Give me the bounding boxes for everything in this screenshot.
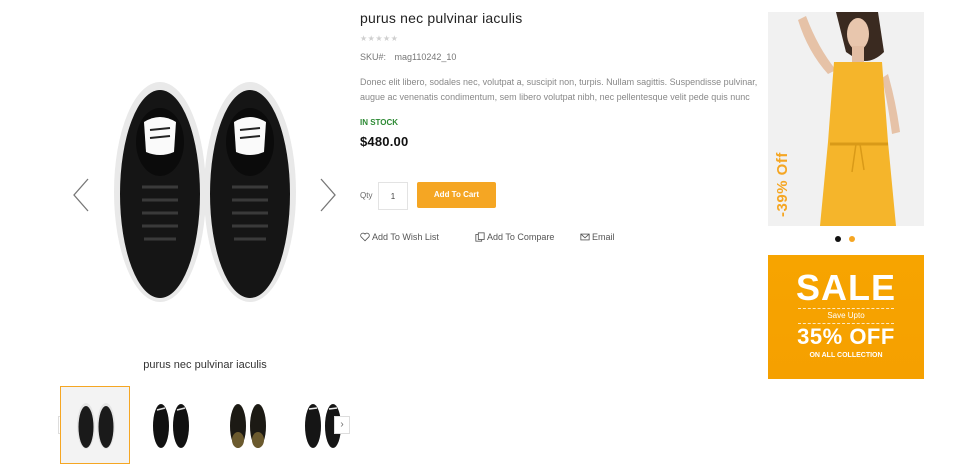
thumbnail-strip: ‹ › (58, 386, 358, 466)
heart-icon (360, 232, 370, 242)
add-to-cart-button[interactable]: Add To Cart (417, 182, 496, 208)
thumbnail-item[interactable] (136, 386, 206, 464)
sale-banner[interactable]: SALE Save Upto 35% OFF ON ALL COLLECTION (768, 255, 924, 379)
shoe-thumbnail-image (77, 403, 115, 449)
shoe-image (114, 82, 296, 302)
envelope-icon (580, 233, 590, 241)
pagination-dot[interactable] (849, 236, 855, 242)
product-price: $480.00 (360, 134, 409, 149)
product-description: Donec elit libero, sodales nec, volutpat… (360, 77, 758, 102)
sku: SKU#: mag110242_10 (360, 52, 760, 62)
product-title: purus nec pulvinar iaculis (360, 10, 523, 26)
sale-title: SALE (795, 267, 896, 308)
wishlist-label: Add To Wish List (372, 232, 439, 242)
add-to-cart-form: Qty 1 Add To Cart (360, 182, 760, 210)
add-to-compare-link[interactable]: Add To Compare (475, 232, 554, 242)
qty-input[interactable]: 1 (378, 182, 408, 210)
promo-banner-dress[interactable]: -39% Off (768, 12, 924, 226)
chevron-left-icon (73, 178, 89, 212)
divider (798, 308, 894, 309)
shoe-thumbnail-image (153, 404, 189, 448)
email-label: Email (592, 232, 615, 242)
sku-label: SKU#: (360, 52, 387, 62)
sale-percent: 35% OFF (797, 324, 895, 349)
promo-discount-text: -39% Off (774, 152, 791, 217)
email-link[interactable]: Email (580, 232, 615, 242)
banner-pagination (835, 236, 859, 244)
product-info: purus nec pulvinar iaculis ★★★★★ SKU#: m… (360, 10, 760, 242)
pagination-dot-active[interactable] (835, 236, 841, 242)
image-caption: purus nec pulvinar iaculis (143, 359, 267, 371)
shoe-thumbnail-image (230, 404, 266, 448)
compare-icon (475, 232, 485, 242)
gallery-prev-button[interactable] (70, 177, 94, 213)
sku-value: mag110242_10 (394, 52, 457, 62)
chevron-right-icon (320, 178, 336, 212)
thumbnail-item[interactable] (60, 386, 130, 464)
compare-label: Add To Compare (487, 232, 555, 242)
product-gallery: purus nec pulvinar iaculis (60, 12, 350, 372)
main-product-image[interactable] (60, 12, 350, 357)
add-to-wishlist-link[interactable]: Add To Wish List (360, 232, 439, 242)
sale-subtitle: ON ALL COLLECTION (809, 352, 883, 359)
rating-stars[interactable]: ★★★★★ (360, 34, 760, 43)
thumbnail-next-button[interactable]: › (334, 416, 350, 434)
qty-label: Qty (360, 191, 373, 200)
stock-status: IN STOCK (360, 118, 399, 127)
model-photo (768, 12, 924, 226)
gallery-next-button[interactable] (315, 177, 339, 213)
thumbnail-item[interactable] (213, 386, 283, 464)
save-upto-text: Save Upto (827, 311, 865, 320)
